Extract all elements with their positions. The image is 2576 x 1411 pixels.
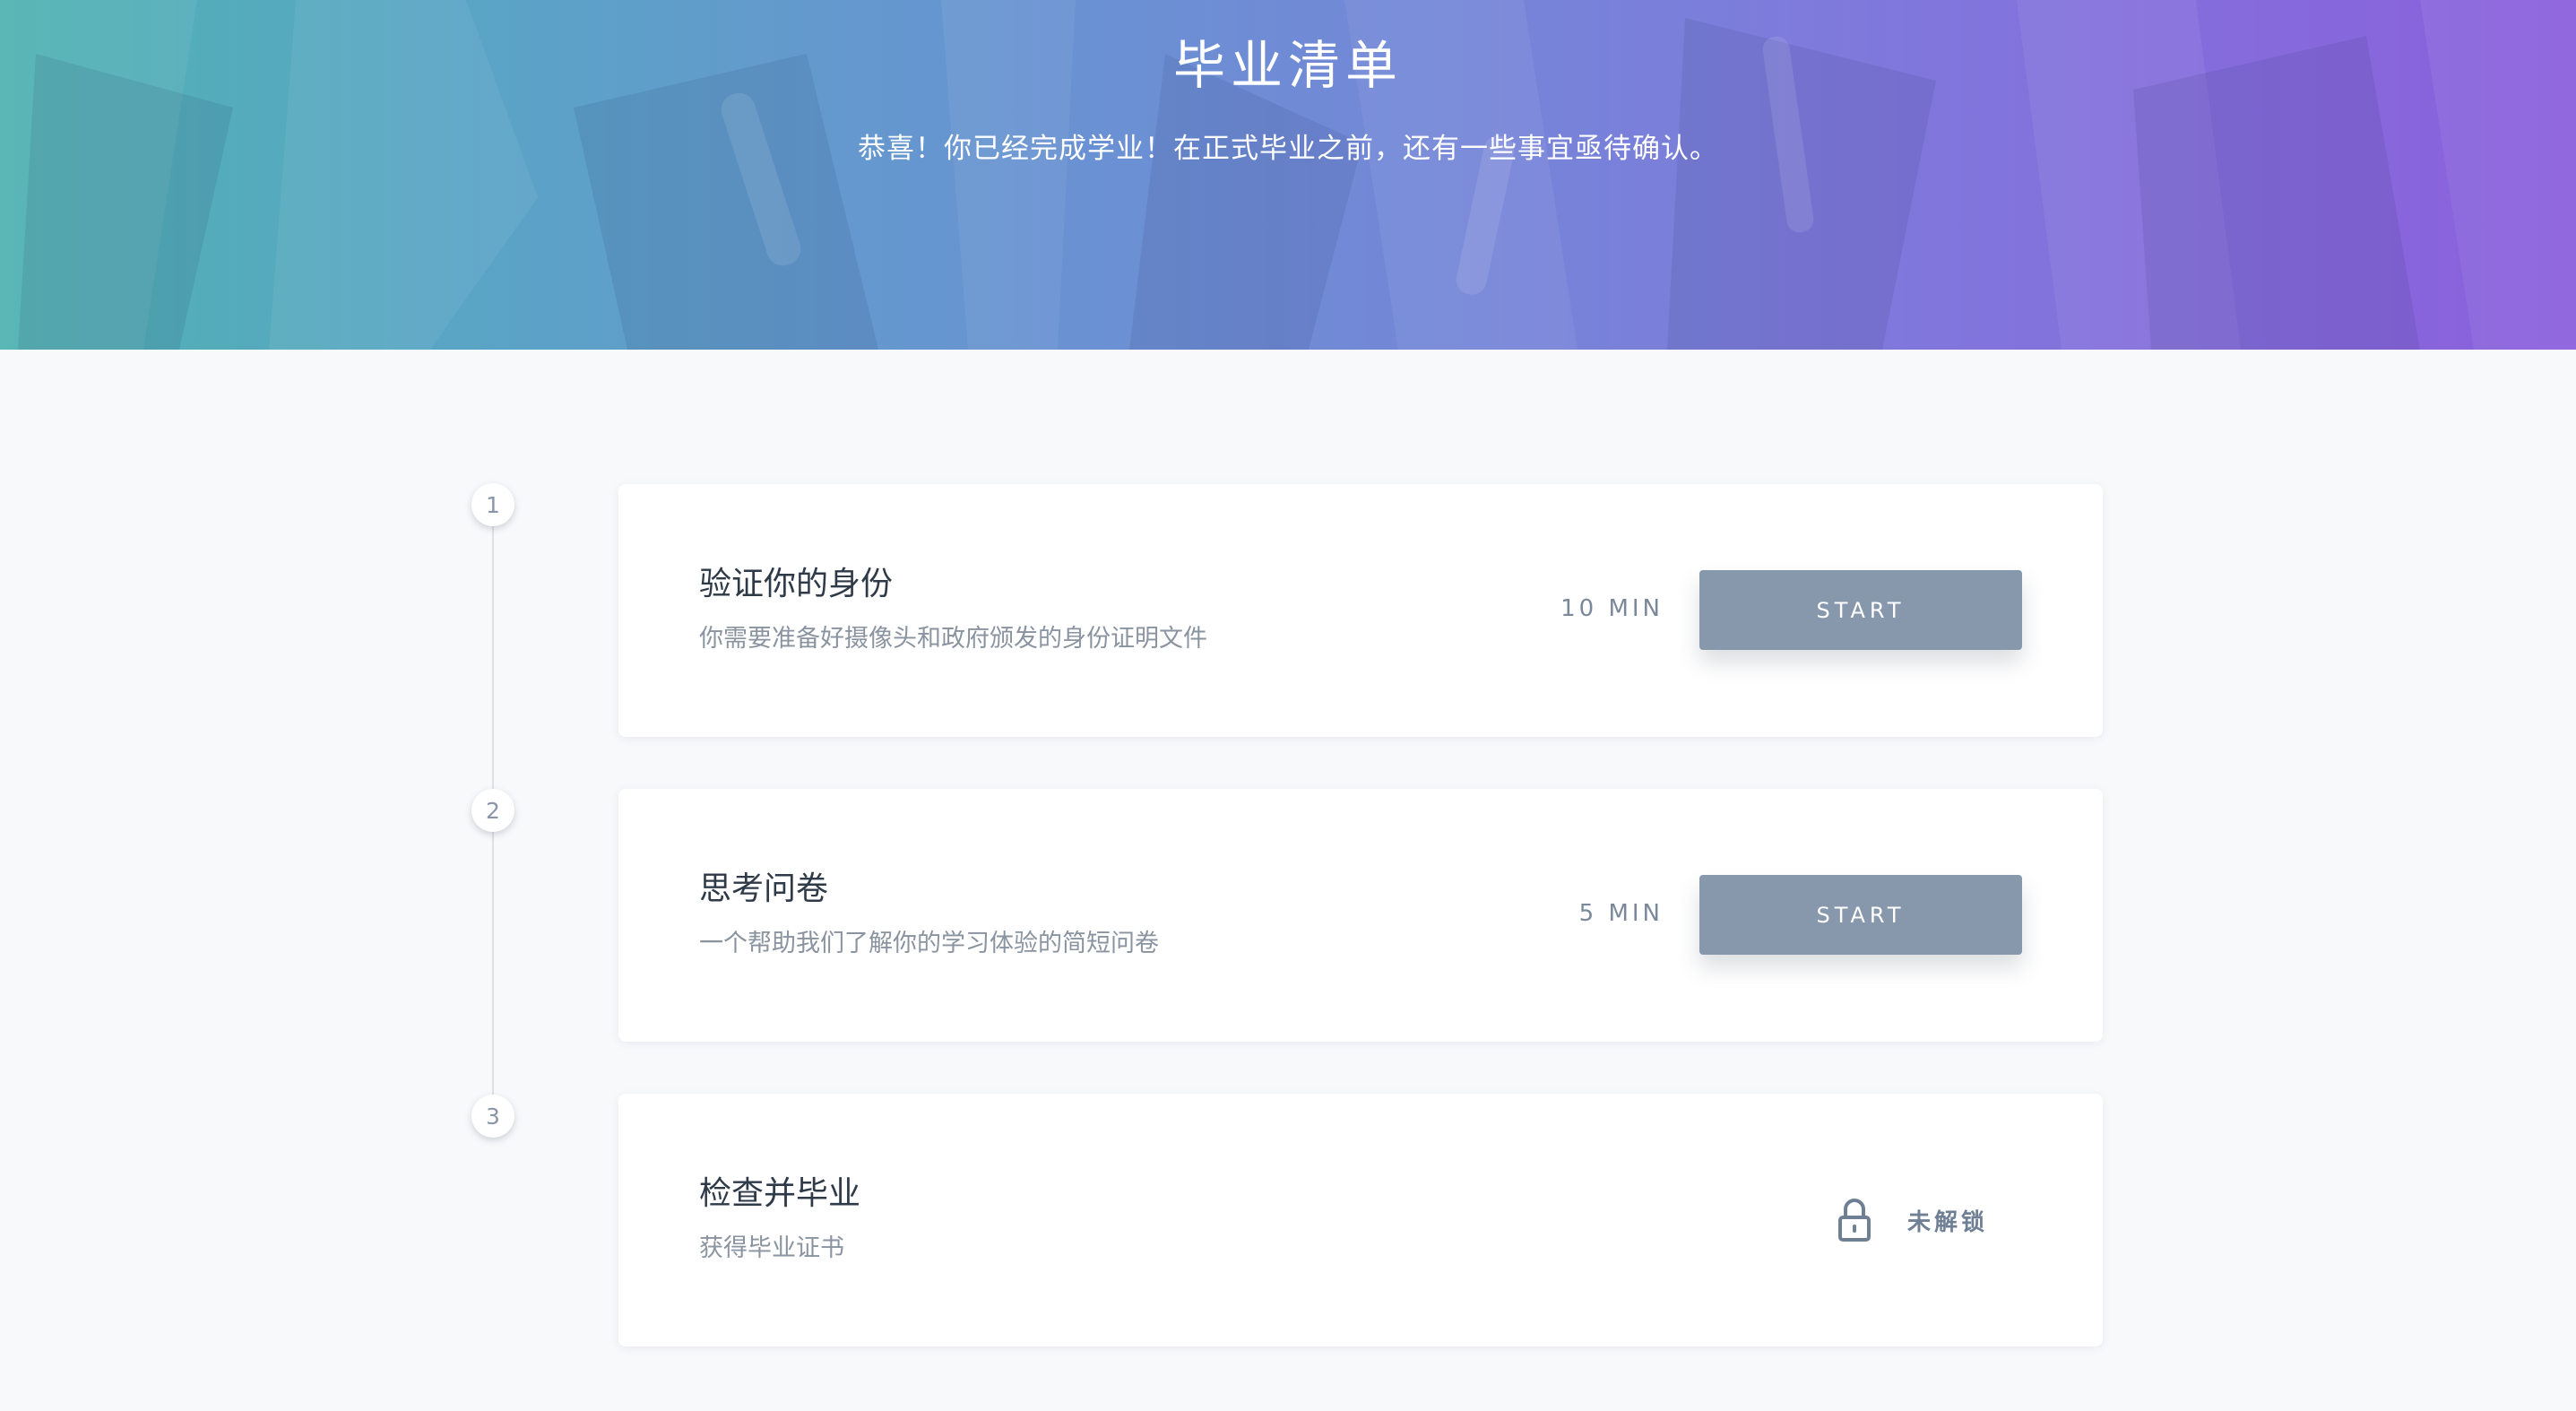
step-description: 一个帮助我们了解你的学习体验的简短问卷 bbox=[699, 930, 1159, 957]
lock-icon bbox=[1838, 1199, 1871, 1242]
step-number-1: 1 bbox=[471, 483, 514, 526]
locked-status: 未解锁 bbox=[1837, 1198, 1988, 1242]
step-duration: 10 MIN bbox=[1560, 595, 1664, 622]
start-button-verify-identity[interactable]: START bbox=[1699, 570, 2022, 650]
step-card-reflection-survey: 思考问卷 一个帮助我们了解你的学习体验的简短问卷 5 MIN START bbox=[618, 789, 2103, 1042]
page-subtitle: 恭喜！你已经完成学业！在正式毕业之前，还有一些事宜亟待确认。 bbox=[858, 133, 1718, 165]
step-title: 验证你的身份 bbox=[699, 566, 894, 602]
step-description: 你需要准备好摄像头和政府颁发的身份证明文件 bbox=[699, 625, 1207, 653]
locked-label: 未解锁 bbox=[1907, 1208, 1989, 1236]
step-number-3: 3 bbox=[471, 1095, 514, 1138]
hero-banner: 毕业清单 恭喜！你已经完成学业！在正式毕业之前，还有一些事宜亟待确认。 bbox=[0, 0, 2576, 350]
step-number-2: 2 bbox=[471, 789, 514, 832]
step-duration: 5 MIN bbox=[1578, 900, 1664, 927]
start-button-reflection-survey[interactable]: START bbox=[1699, 875, 2022, 955]
step-description: 获得毕业证书 bbox=[699, 1234, 844, 1262]
step-title: 思考问卷 bbox=[699, 870, 829, 907]
step-title: 检查并毕业 bbox=[699, 1175, 861, 1212]
step-card-review-and-graduate: 检查并毕业 获得毕业证书 未解锁 bbox=[618, 1094, 2103, 1346]
page-title: 毕业清单 bbox=[1172, 35, 1403, 96]
step-card-verify-identity: 验证你的身份 你需要准备好摄像头和政府颁发的身份证明文件 10 MIN STAR… bbox=[618, 484, 2103, 737]
